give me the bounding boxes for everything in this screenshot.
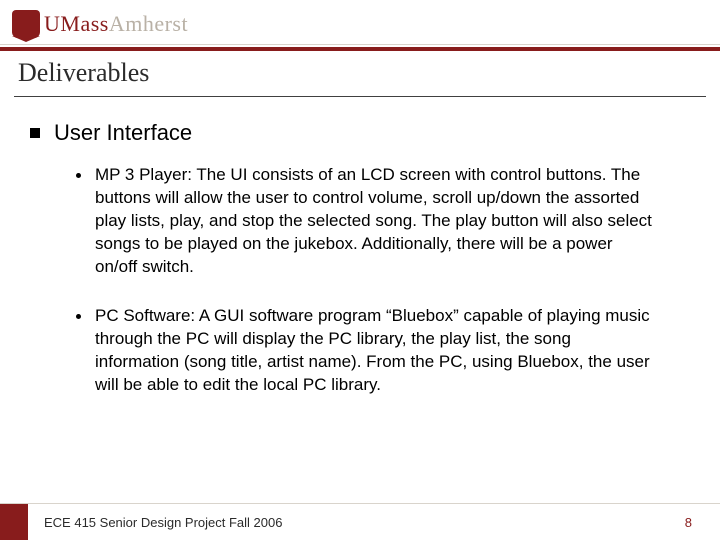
footer-accent-block	[0, 504, 28, 540]
logo-u: U	[44, 11, 60, 36]
list-item: PC Software: A GUI software program “Blu…	[76, 305, 690, 397]
slide: UMassAmherst Deliverables User Interface…	[0, 0, 720, 540]
content-area: User Interface MP 3 Player: The UI consi…	[30, 120, 690, 422]
bullet-text: MP 3 Player: The UI consists of an LCD s…	[95, 164, 655, 279]
header-thin-rule	[0, 44, 720, 45]
footer-rule	[0, 503, 720, 504]
square-bullet-icon	[30, 128, 40, 138]
header-rule	[0, 47, 720, 51]
dot-bullet-icon	[76, 173, 81, 178]
logo-amherst: Amherst	[109, 11, 188, 36]
logo-text: UMassAmherst	[44, 11, 188, 37]
section-heading: User Interface	[54, 120, 192, 146]
dot-bullet-icon	[76, 314, 81, 319]
umass-logo: UMassAmherst	[12, 8, 188, 40]
shield-icon	[12, 10, 40, 38]
slide-title: Deliverables	[18, 58, 702, 88]
logo-umass: UMass	[44, 11, 109, 36]
bullet-text: PC Software: A GUI software program “Blu…	[95, 305, 655, 397]
page-number: 8	[685, 515, 692, 530]
footer-text: ECE 415 Senior Design Project Fall 2006	[44, 515, 282, 530]
section-row: User Interface	[30, 120, 690, 146]
logo-mass: Mass	[60, 11, 108, 36]
list-item: MP 3 Player: The UI consists of an LCD s…	[76, 164, 690, 279]
title-underline	[14, 96, 706, 97]
header-bar: UMassAmherst	[0, 0, 720, 50]
